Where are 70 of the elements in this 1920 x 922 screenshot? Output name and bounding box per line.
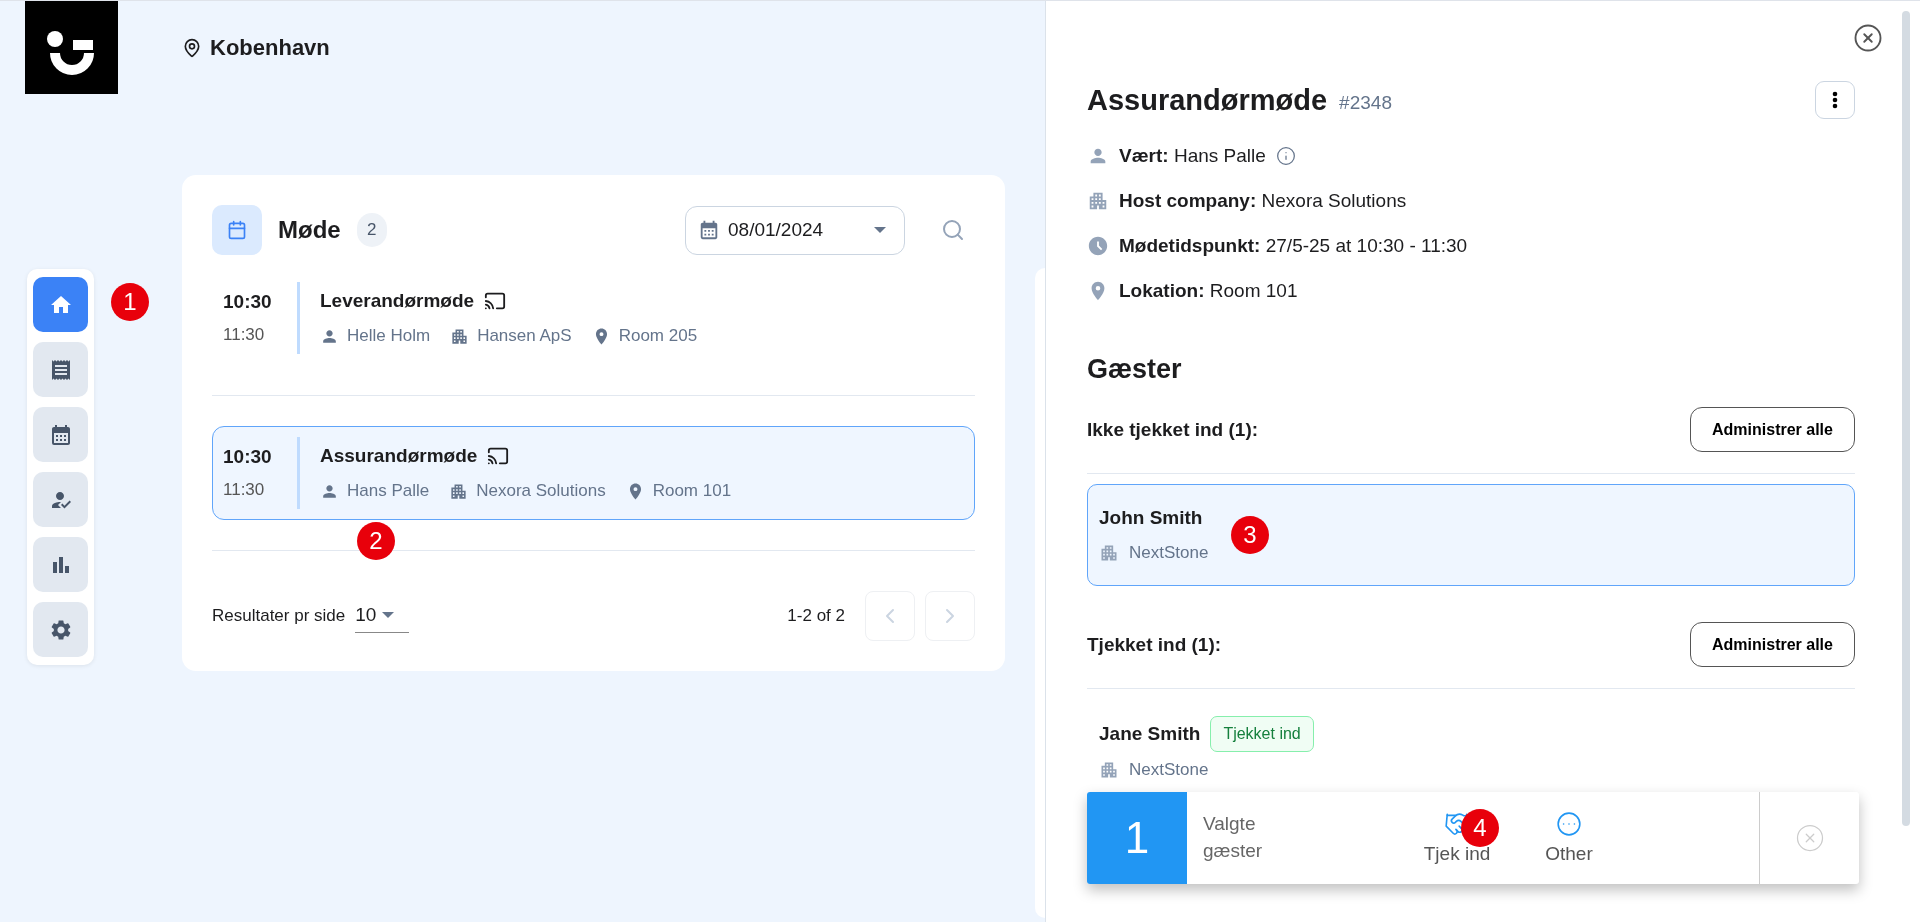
selected-count: 1: [1087, 792, 1187, 884]
caret-icon: [874, 227, 886, 233]
search-icon: [941, 218, 965, 242]
meeting-title: Leverandørmøde: [320, 290, 475, 312]
room-name: Room 101: [652, 481, 732, 501]
more-icon: [1556, 811, 1582, 837]
meeting-title: Assurandørmøde: [320, 445, 478, 467]
clock-icon: [1087, 235, 1109, 257]
search-button[interactable]: [941, 218, 965, 242]
manage-all-button[interactable]: Administrer alle: [1690, 407, 1855, 452]
selection-label: Valgte gæster: [1203, 812, 1264, 863]
end-time: 11:30: [223, 325, 266, 345]
nav-button[interactable]: [33, 277, 88, 332]
cast-icon: [487, 445, 510, 467]
detail-field: Mødetidspunkt: 27/5-25 at 10:30 - 11:30: [1119, 235, 1468, 257]
manage-all-button[interactable]: Administrer alle: [1690, 622, 1855, 667]
detail-field: Host company: Nexora Solutions: [1119, 190, 1407, 212]
cast-icon: [484, 290, 507, 312]
close-button[interactable]: [1853, 23, 1883, 53]
end-time: 11:30: [223, 480, 266, 500]
building-icon: [1087, 190, 1109, 212]
meeting-number: #2348: [1339, 92, 1392, 114]
host-name: Hans Palle: [347, 481, 430, 501]
count-badge: 2: [356, 213, 387, 247]
room-name: Room 205: [618, 326, 698, 346]
meeting-row[interactable]: 10:30 11:30 Assurandørmøde Hans Palle Nexora Solutions Room 101: [212, 426, 975, 520]
guest-company: NextStone: [1129, 760, 1209, 780]
company-name: Hansen ApS: [477, 326, 572, 346]
nav-button[interactable]: [33, 407, 88, 462]
start-time: 10:30: [223, 446, 273, 468]
guest-name: John Smith: [1099, 507, 1203, 529]
calendar-icon: [698, 219, 720, 241]
annotation-marker: 1: [111, 283, 149, 321]
group-heading: Tjekket ind (1):: [1087, 633, 1222, 656]
start-time: 10:30: [223, 291, 273, 313]
page-size-label: Resultater pr side: [212, 606, 346, 626]
detail-field: Lokation: Room 101: [1119, 280, 1298, 302]
nav-button[interactable]: [33, 602, 88, 657]
location-name: Kobenhavn: [210, 34, 330, 61]
building-icon: [449, 481, 469, 501]
date-picker[interactable]: 08/01/2024: [685, 205, 905, 255]
close-icon: [1853, 23, 1883, 53]
company-name: Nexora Solutions: [476, 481, 606, 501]
info-icon[interactable]: [1275, 146, 1296, 166]
detail-field: Vært: Hans Palle: [1119, 145, 1266, 167]
action-button[interactable]: Other: [1513, 792, 1625, 884]
nav-button[interactable]: [33, 342, 88, 397]
guest-name: Jane Smith: [1099, 723, 1201, 745]
meeting-row[interactable]: 10:30 11:30 Leverandørmøde Helle Holm Hansen ApS Room 205: [212, 271, 975, 365]
calendar-icon: [227, 220, 247, 240]
nav-button[interactable]: [33, 537, 88, 592]
guest-company: NextStone: [1129, 543, 1209, 563]
caret-icon: [382, 611, 395, 618]
more-button[interactable]: [1815, 81, 1855, 119]
status-tag: Tjekket ind: [1210, 716, 1314, 752]
meeting-title: Assurandørmøde: [1087, 83, 1328, 117]
close-icon: [1794, 823, 1825, 853]
card-title: Møde: [278, 216, 341, 244]
building-icon: [450, 326, 470, 346]
group-heading: Ikke tjekket ind (1):: [1087, 418, 1259, 441]
page-range: 1-2 of 2: [787, 606, 845, 626]
building-icon: [1099, 543, 1119, 563]
page-size-select[interactable]: 10: [355, 599, 410, 633]
host-name: Helle Holm: [347, 326, 431, 346]
nav-button[interactable]: [33, 472, 88, 527]
section-heading: Gæster: [1087, 354, 1183, 385]
kebab-icon: [1832, 91, 1838, 109]
location-pin-icon: [182, 37, 202, 58]
guest-card[interactable]: Jane Smith Tjekket ind NextStone: [1087, 699, 1855, 781]
building-icon: [1099, 760, 1119, 780]
